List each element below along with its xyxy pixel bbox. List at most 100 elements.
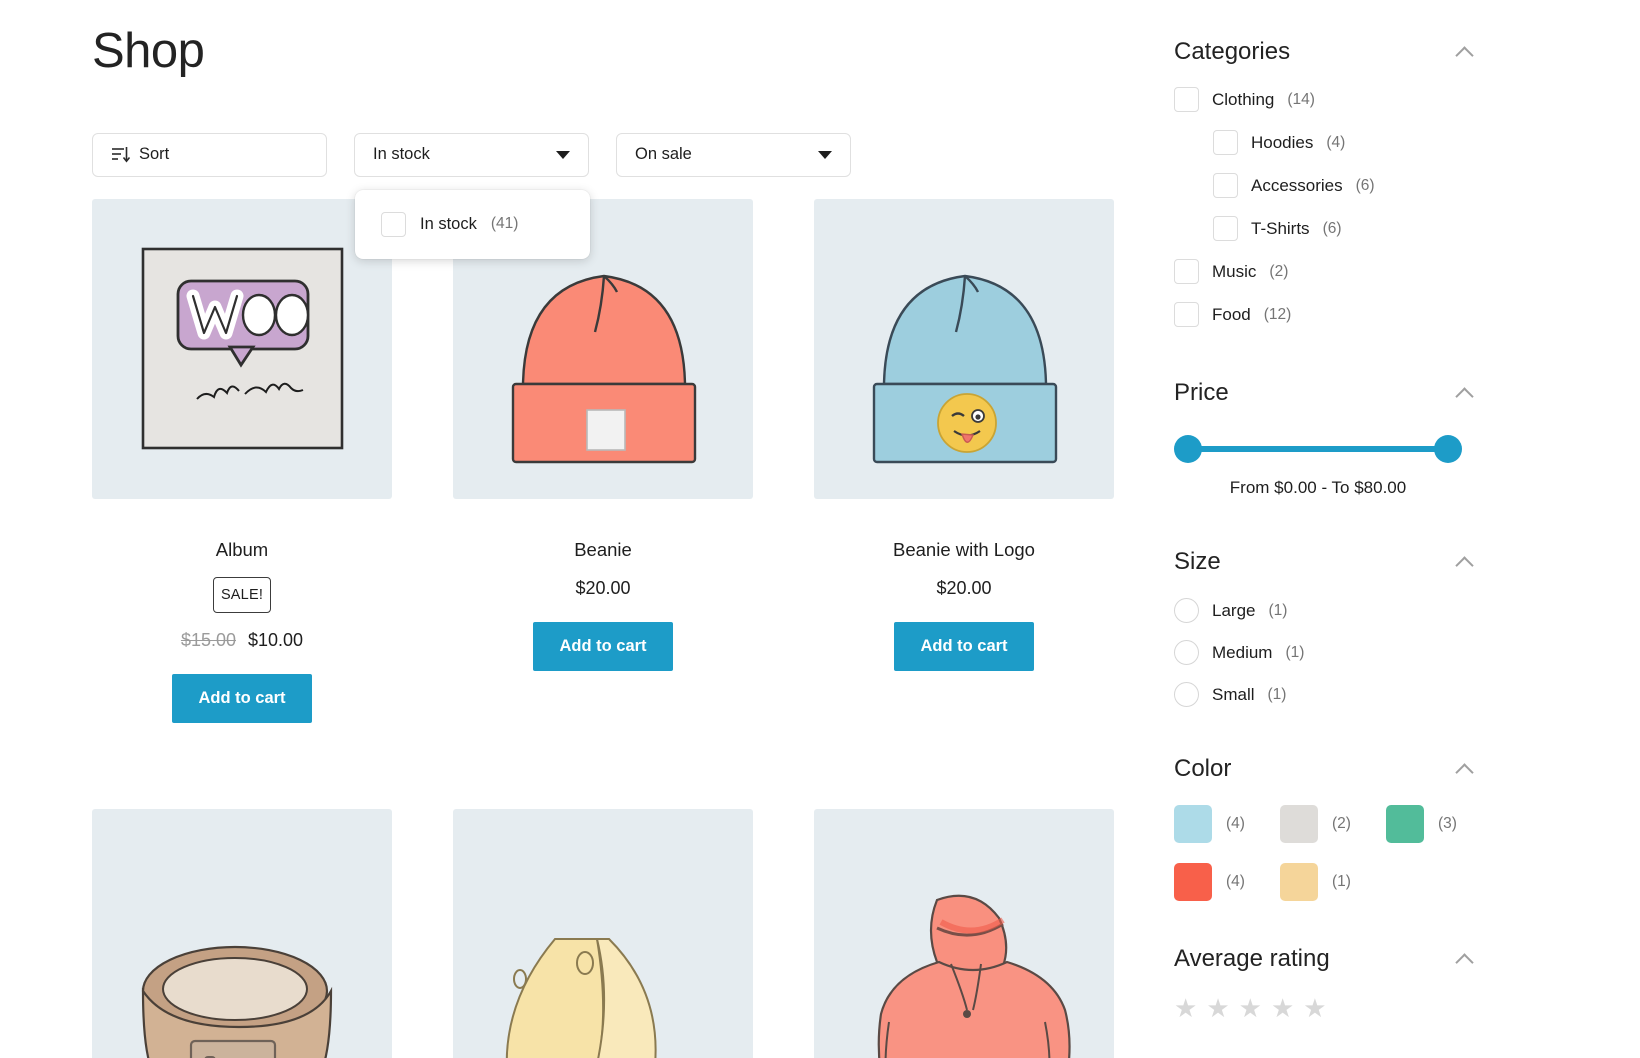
- category-count: (4): [1326, 134, 1345, 152]
- product-price-current: $20.00: [575, 578, 630, 598]
- category-count: (6): [1323, 220, 1342, 238]
- add-to-cart-button[interactable]: Add to cart: [894, 622, 1033, 671]
- categories-list: Clothing (14) Hoodies (4) Accessories (6…: [1174, 87, 1494, 327]
- size-list: Large (1) Medium (1) Small (1): [1174, 598, 1494, 707]
- category-item-clothing[interactable]: Clothing (14): [1174, 87, 1494, 112]
- radio-large[interactable]: [1174, 598, 1199, 623]
- category-label: Clothing: [1212, 90, 1274, 110]
- color-swatch[interactable]: [1174, 805, 1212, 843]
- chevron-up-icon[interactable]: [1456, 950, 1474, 968]
- sale-badge: SALE!: [213, 577, 271, 613]
- product-price: $20.00: [453, 578, 753, 599]
- category-label: Food: [1212, 305, 1251, 325]
- product-card[interactable]: Beanie $20.00 Add to cart: [453, 199, 753, 723]
- product-card[interactable]: Album SALE! $15.00$10.00 Add to cart: [92, 199, 392, 723]
- sale-filter-value: On sale: [635, 145, 692, 164]
- size-item-large[interactable]: Large (1): [1174, 598, 1494, 623]
- color-swatch[interactable]: [1386, 805, 1424, 843]
- stock-filter-value: In stock: [373, 145, 430, 164]
- sale-filter-select[interactable]: On sale: [616, 133, 851, 177]
- chevron-up-icon[interactable]: [1456, 553, 1474, 571]
- brown-belt-icon: [127, 919, 357, 1058]
- product-card[interactable]: Beanie with Logo $20.00 Add to cart: [814, 199, 1114, 723]
- product-image-cap[interactable]: [453, 809, 753, 1058]
- checkbox-t-shirts[interactable]: [1213, 216, 1238, 241]
- rating-stars[interactable]: ★ ★ ★ ★ ★: [1174, 995, 1494, 1021]
- chevron-up-icon[interactable]: [1456, 43, 1474, 61]
- sort-button[interactable]: Sort: [92, 133, 327, 177]
- category-item-t-shirts[interactable]: T-Shirts (6): [1213, 216, 1494, 241]
- dropdown-option-in-stock[interactable]: In stock (41): [355, 212, 590, 237]
- chevron-up-icon[interactable]: [1456, 384, 1474, 402]
- size-item-small[interactable]: Small (1): [1174, 682, 1494, 707]
- product-name: Beanie: [453, 539, 753, 561]
- categories-title: Categories: [1174, 38, 1290, 66]
- checkbox-hoodies[interactable]: [1213, 130, 1238, 155]
- color-count: (4): [1226, 815, 1245, 833]
- price-slider-max-handle[interactable]: [1434, 435, 1462, 463]
- star-icon[interactable]: ★: [1303, 995, 1326, 1021]
- checkbox-music[interactable]: [1174, 259, 1199, 284]
- color-item[interactable]: (1): [1280, 863, 1386, 901]
- category-item-hoodies[interactable]: Hoodies (4): [1213, 130, 1494, 155]
- sort-icon: [111, 146, 130, 163]
- color-count: (4): [1226, 873, 1245, 891]
- color-swatch[interactable]: [1280, 805, 1318, 843]
- color-swatch[interactable]: [1174, 863, 1212, 901]
- chevron-down-icon: [556, 151, 570, 159]
- product-price-current: $20.00: [936, 578, 991, 598]
- yellow-cap-icon: [493, 921, 713, 1058]
- product-card[interactable]: [92, 809, 392, 1058]
- product-card[interactable]: [453, 809, 753, 1058]
- color-item[interactable]: (3): [1386, 805, 1492, 843]
- product-image-hoodie[interactable]: [814, 809, 1114, 1058]
- checkbox-in-stock[interactable]: [381, 212, 406, 237]
- star-icon[interactable]: ★: [1239, 995, 1262, 1021]
- size-label: Medium: [1212, 643, 1272, 663]
- price-header: Price: [1174, 379, 1474, 407]
- page-title: Shop: [92, 22, 1160, 81]
- color-item[interactable]: (4): [1174, 805, 1280, 843]
- category-label: Music: [1212, 262, 1256, 282]
- checkbox-food[interactable]: [1174, 302, 1199, 327]
- color-count: (3): [1438, 815, 1457, 833]
- category-item-music[interactable]: Music (2): [1174, 259, 1494, 284]
- product-image-belt[interactable]: [92, 809, 392, 1058]
- price-slider-min-handle[interactable]: [1174, 435, 1202, 463]
- checkbox-clothing[interactable]: [1174, 87, 1199, 112]
- color-item[interactable]: (2): [1280, 805, 1386, 843]
- size-count: (1): [1268, 602, 1287, 620]
- star-icon[interactable]: ★: [1174, 995, 1197, 1021]
- star-icon[interactable]: ★: [1271, 995, 1294, 1021]
- product-card[interactable]: [814, 809, 1114, 1058]
- category-count: (6): [1356, 177, 1375, 195]
- price-slider-track: [1184, 446, 1452, 452]
- filter-sidebar: Categories Clothing (14) Hoodies (4): [1160, 0, 1640, 1058]
- add-to-cart-button[interactable]: Add to cart: [533, 622, 672, 671]
- section-average-rating: Average rating ★ ★ ★ ★ ★: [1174, 945, 1494, 1021]
- category-count: (2): [1269, 263, 1288, 281]
- chevron-down-icon: [818, 151, 832, 159]
- star-icon[interactable]: ★: [1206, 995, 1229, 1021]
- category-item-accessories[interactable]: Accessories (6): [1213, 173, 1494, 198]
- category-label: T-Shirts: [1251, 219, 1310, 239]
- category-count: (12): [1264, 306, 1292, 324]
- radio-small[interactable]: [1174, 682, 1199, 707]
- price-title: Price: [1174, 379, 1229, 407]
- color-item[interactable]: (4): [1174, 863, 1280, 901]
- stock-filter-select[interactable]: In stock: [354, 133, 589, 177]
- size-item-medium[interactable]: Medium (1): [1174, 640, 1494, 665]
- product-image-beanie-with-logo[interactable]: [814, 199, 1114, 499]
- add-to-cart-button[interactable]: Add to cart: [172, 674, 311, 723]
- sort-label: Sort: [139, 145, 169, 164]
- color-swatch[interactable]: [1280, 863, 1318, 901]
- product-image-album[interactable]: [92, 199, 392, 499]
- rating-title: Average rating: [1174, 945, 1330, 973]
- price-slider[interactable]: [1174, 435, 1462, 463]
- color-count: (1): [1332, 873, 1351, 891]
- checkbox-accessories[interactable]: [1213, 173, 1238, 198]
- chevron-up-icon[interactable]: [1456, 760, 1474, 778]
- category-item-food[interactable]: Food (12): [1174, 302, 1494, 327]
- product-price-current: $10.00: [248, 630, 303, 650]
- radio-medium[interactable]: [1174, 640, 1199, 665]
